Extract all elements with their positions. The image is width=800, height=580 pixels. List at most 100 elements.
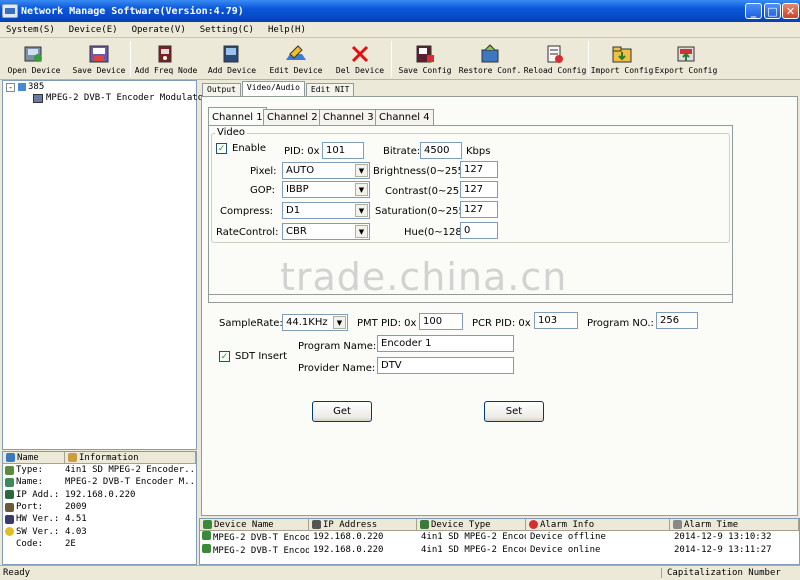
tab-channel-4[interactable]: Channel 4 [375, 109, 434, 125]
restore-config-button[interactable]: Restore Conf. [458, 38, 522, 80]
network-icon [18, 83, 26, 91]
bitrate-label: Bitrate: [383, 146, 421, 157]
chevron-down-icon[interactable]: ▼ [355, 183, 368, 196]
chevron-down-icon[interactable]: ▼ [355, 225, 368, 238]
maximize-button[interactable]: □ [764, 3, 781, 19]
close-button[interactable]: ✕ [782, 3, 799, 19]
save-device-button[interactable]: Save Device [68, 38, 130, 80]
menu-device[interactable]: Device(E) [69, 25, 118, 35]
gop-label: GOP: [250, 185, 276, 196]
provider-name-input[interactable]: DTV [377, 357, 514, 374]
info-header: Name Information [3, 452, 196, 464]
save-config-button[interactable]: Save Config [392, 38, 458, 80]
saturation-input[interactable]: 127 [460, 201, 498, 218]
save-config-icon [416, 45, 434, 63]
program-name-input[interactable]: Encoder 1 [377, 335, 514, 352]
minimize-button[interactable]: _ [745, 3, 762, 19]
info-row: SW Ver.: 4.03 [3, 525, 196, 537]
save-device-icon [89, 45, 109, 63]
enable-checkbox[interactable]: ✓ Enable [216, 143, 266, 154]
info-header-information[interactable]: Information [65, 452, 196, 463]
import-config-button[interactable]: Import Config [589, 38, 655, 80]
tab-channel-1[interactable]: Channel 1 [208, 107, 267, 126]
add-device-icon [223, 45, 239, 63]
software-icon [5, 527, 14, 537]
alarm-row[interactable]: MPEG-2 DVB-T Encod... 192.168.0.220 4in1… [200, 531, 799, 544]
info-row: Name: MPEG-2 DVB-T Encoder M... [3, 476, 196, 488]
reload-config-icon [547, 45, 563, 63]
restore-config-icon [481, 44, 499, 63]
set-button[interactable]: Set [484, 401, 544, 422]
chevron-down-icon[interactable]: ▼ [333, 316, 346, 329]
add-device-button[interactable]: Add Device [201, 38, 263, 80]
pcr-pid-input[interactable]: 103 [534, 312, 578, 329]
delete-icon [351, 45, 369, 63]
hardware-icon [5, 514, 14, 524]
info-row: Port: 2009 [3, 501, 196, 513]
tree-item-device[interactable]: MPEG-2 DVB-T Encoder Modulator [33, 93, 209, 103]
check-icon: ✓ [216, 143, 227, 154]
menu-help[interactable]: Help(H) [268, 25, 306, 35]
sdt-insert-checkbox[interactable]: ✓ SDT Insert [219, 351, 287, 362]
samplerate-select[interactable]: 44.1KHz ▼ [282, 314, 348, 331]
tab-channel-3[interactable]: Channel 3 [319, 109, 378, 125]
alarm-row[interactable]: MPEG-2 DVB-T Encod... 192.168.0.220 4in1… [200, 543, 799, 557]
edit-device-button[interactable]: Edit Device [263, 38, 329, 80]
chevron-down-icon[interactable]: ▼ [355, 164, 368, 177]
status-text: Ready [0, 568, 662, 578]
alarm-header-device-type[interactable]: Device Type [417, 519, 526, 530]
menu-bar: System(S) Device(E) Operate(V) Setting(C… [0, 22, 800, 38]
add-freq-node-button[interactable]: Add Freq Node [131, 38, 201, 80]
bitrate-input[interactable]: 4500 [420, 142, 462, 159]
ratecontrol-select[interactable]: CBR ▼ [282, 223, 370, 240]
open-device-icon [24, 46, 42, 62]
gop-select[interactable]: IBBP ▼ [282, 181, 370, 198]
compress-select[interactable]: D1 ▼ [282, 202, 370, 219]
menu-system[interactable]: System(S) [6, 25, 55, 35]
ip-address-icon [312, 520, 321, 529]
export-config-button[interactable]: Export Config [655, 38, 717, 80]
add-freq-node-icon [158, 45, 172, 63]
menu-operate[interactable]: Operate(V) [132, 25, 186, 35]
alarm-header-ip-address[interactable]: IP Address [309, 519, 417, 530]
open-device-button[interactable]: Open Device [0, 38, 68, 80]
alarm-header-device-name[interactable]: Device Name [200, 519, 309, 530]
info-row: HW Ver.: 4.51 [3, 513, 196, 525]
samplerate-label: SampleRate: [219, 318, 283, 329]
import-config-icon [612, 46, 632, 63]
reload-config-button[interactable]: Reload Config [522, 38, 588, 80]
tab-output[interactable]: Output [202, 83, 241, 97]
get-button[interactable]: Get [312, 401, 372, 422]
del-device-button[interactable]: Del Device [329, 38, 391, 80]
tree-root[interactable]: - 385 [6, 82, 44, 92]
device-name-icon [203, 520, 212, 529]
contrast-input[interactable]: 127 [460, 181, 498, 198]
collapse-icon[interactable]: - [6, 82, 15, 92]
video-group-title: Video [215, 127, 248, 138]
close-icon: ✕ [785, 4, 796, 18]
port-icon [5, 502, 14, 512]
compress-label: Compress: [220, 206, 274, 217]
program-name-label: Program Name: [298, 341, 377, 352]
chevron-down-icon[interactable]: ▼ [355, 204, 368, 217]
video-pid-input[interactable]: 101 [322, 142, 364, 159]
device-icon [202, 531, 211, 541]
info-row: IP Add.: 192.168.0.220 [3, 489, 196, 501]
info-header-name[interactable]: Name [3, 452, 65, 463]
menu-setting[interactable]: Setting(C) [200, 25, 254, 35]
title-bar[interactable]: Network Manage Software(Version:4.79) _ … [0, 0, 800, 22]
alarm-time-icon [673, 520, 682, 529]
alarm-header-alarm-info[interactable]: Alarm Info [526, 519, 670, 530]
pmt-pid-input[interactable]: 100 [419, 313, 463, 330]
hue-input[interactable]: 0 [460, 222, 498, 239]
brightness-input[interactable]: 127 [460, 161, 498, 178]
pixel-select[interactable]: AUTO ▼ [282, 162, 370, 179]
alarm-header-alarm-time[interactable]: Alarm Time [670, 519, 799, 530]
program-no-input[interactable]: 256 [656, 312, 698, 329]
bitrate-unit: Kbps [466, 146, 491, 157]
main-area: Output Video/Audio Edit NIT Channel 1 Ch… [199, 80, 800, 518]
tab-video-audio[interactable]: Video/Audio [241, 81, 305, 97]
tab-edit-nit[interactable]: Edit NIT [305, 83, 355, 97]
tab-channel-2[interactable]: Channel 2 [263, 109, 322, 125]
minimize-icon: _ [750, 4, 757, 18]
